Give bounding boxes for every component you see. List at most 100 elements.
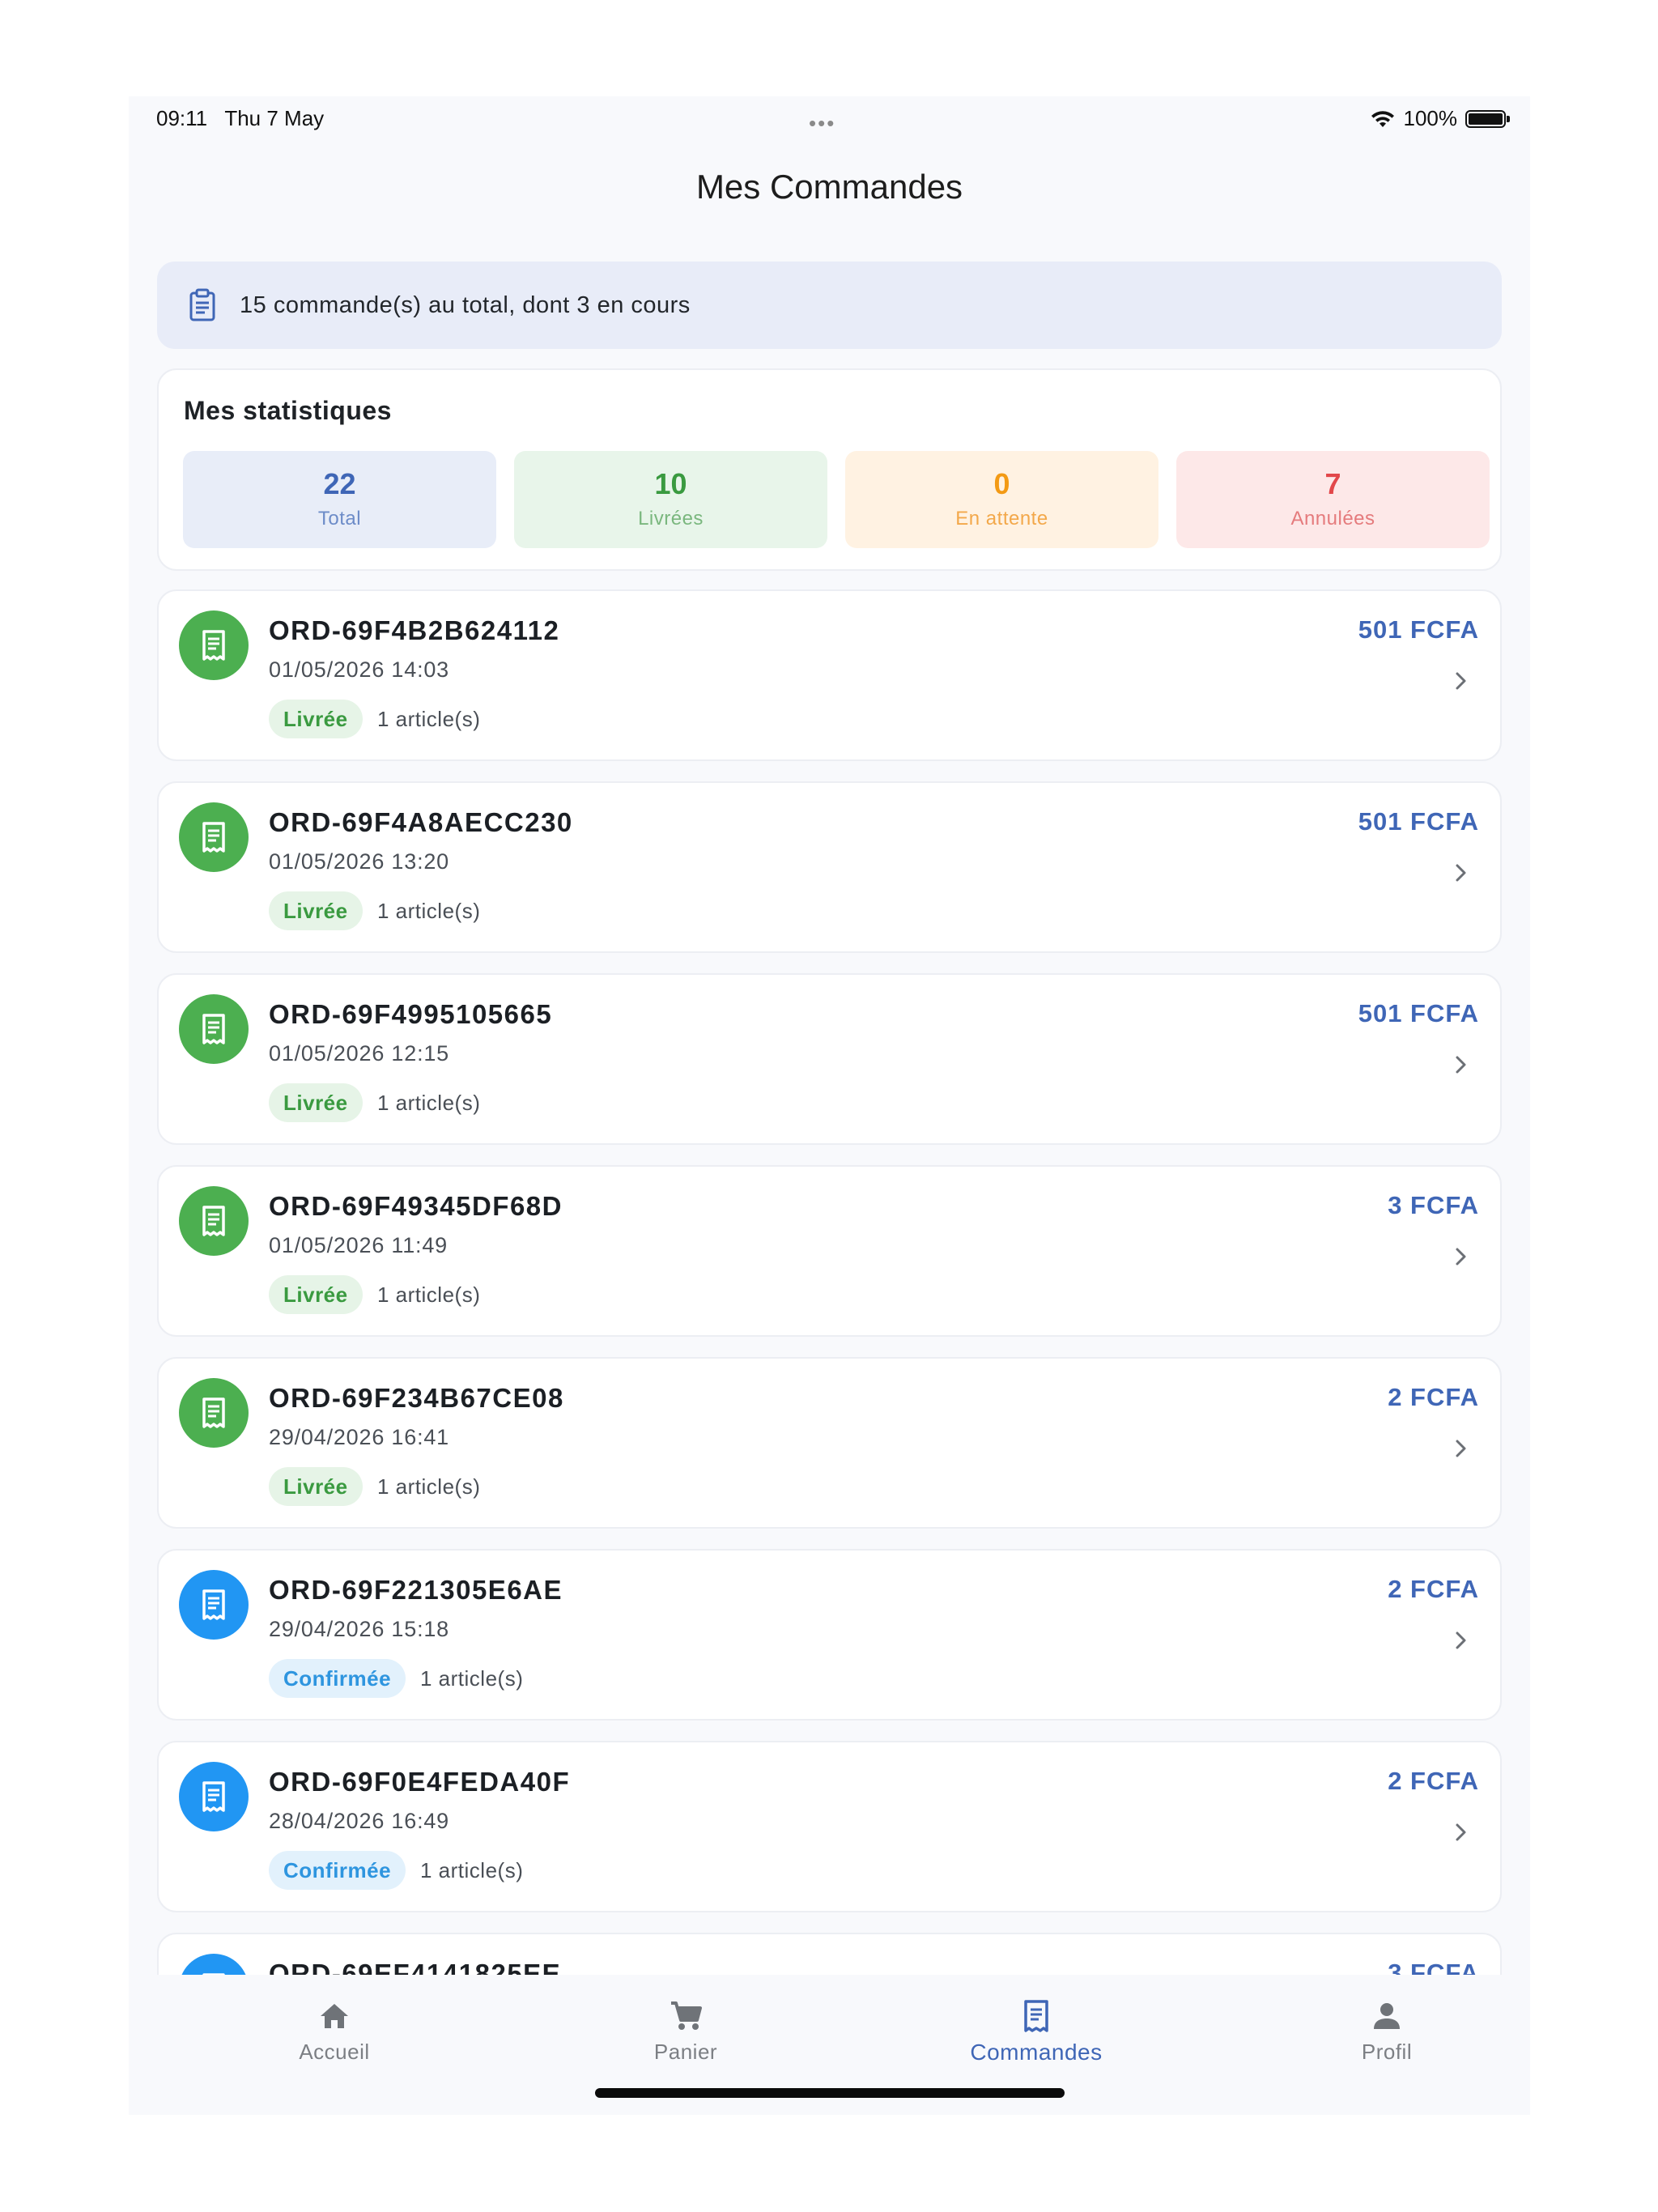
status-badge: Livrée xyxy=(269,1083,363,1122)
cart-icon xyxy=(671,2001,702,2030)
receipt-icon xyxy=(202,822,225,853)
order-id: ORD-69F4A8AECC230 xyxy=(269,807,573,837)
tab-label: Commandes xyxy=(970,2040,1103,2065)
wifi-icon xyxy=(1371,110,1394,127)
stat-value: 10 xyxy=(654,467,687,500)
stat-tile-en-attente: 0 En attente xyxy=(845,451,1158,548)
stat-label: Annulées xyxy=(1290,508,1375,530)
battery-icon xyxy=(1465,109,1510,128)
stat-tile-annulées: 7 Annulées xyxy=(1176,451,1490,548)
order-items-count: 1 article(s) xyxy=(377,1091,481,1115)
chevron-right-icon xyxy=(1456,1631,1466,1649)
stats-title: Mes statistiques xyxy=(184,396,392,425)
order-price: 501 FCFA xyxy=(1358,807,1479,836)
multitask-dots[interactable]: ••• xyxy=(809,111,835,136)
status-time: 09:11 Thu 7 May xyxy=(156,106,324,131)
order-date: 29/04/2026 15:18 xyxy=(269,1617,449,1641)
order-date: 29/04/2026 16:41 xyxy=(269,1425,449,1449)
tab-profil[interactable]: Profil xyxy=(1290,1997,1484,2065)
tab-label: Panier xyxy=(653,2040,718,2064)
order-avatar xyxy=(179,994,249,1064)
status-badge: Livrée xyxy=(269,1275,363,1314)
order-date: 01/05/2026 11:49 xyxy=(269,1233,448,1257)
order-avatar xyxy=(179,1762,249,1831)
order-avatar xyxy=(179,802,249,872)
order-items-count: 1 article(s) xyxy=(420,1858,524,1882)
order-card[interactable]: ORD-69F0E4FEDA40F 2 FCFA 28/04/2026 16:49 C… xyxy=(157,1741,1502,1912)
status-bar: 09:11 Thu 7 May ••• 100% xyxy=(129,96,1530,145)
person-icon xyxy=(1374,2003,1400,2029)
chevron-right-icon xyxy=(1456,672,1466,690)
order-card[interactable]: ORD-69F4B2B624112 501 FCFA 01/05/2026 14:0… xyxy=(157,589,1502,761)
order-items-count: 1 article(s) xyxy=(420,1666,524,1691)
app-window: 09:11 Thu 7 May ••• 100% Mes Commandes 1… xyxy=(129,96,1530,2115)
order-items-count: 1 article(s) xyxy=(377,1474,481,1499)
tab-commandes[interactable]: Commandes xyxy=(939,1997,1133,2065)
stat-value: 0 xyxy=(993,467,1010,500)
order-price: 2 FCFA xyxy=(1388,1575,1479,1603)
order-avatar xyxy=(179,1570,249,1640)
stat-label: Livrées xyxy=(638,508,704,530)
order-avatar xyxy=(179,610,249,680)
chevron-right-icon xyxy=(1456,1823,1466,1841)
summary-text: 15 commande(s) au total, dont 3 en cours xyxy=(240,291,691,318)
stat-label: En attente xyxy=(955,508,1048,530)
tab-panier[interactable]: Panier xyxy=(589,1997,783,2065)
order-card[interactable]: ORD-69F4A8AECC230 501 FCFA 01/05/2026 13:2… xyxy=(157,781,1502,953)
receipt-icon xyxy=(202,1397,225,1428)
status-right: 100% xyxy=(1370,106,1510,131)
order-avatar xyxy=(179,1378,249,1448)
status-badge: Livrée xyxy=(269,700,363,738)
tab-label: Accueil xyxy=(299,2040,370,2064)
status-badge: Livrée xyxy=(269,1467,363,1506)
status-badge: Confirmée xyxy=(269,1659,406,1698)
order-items-count: 1 article(s) xyxy=(377,707,481,731)
order-price: 2 FCFA xyxy=(1388,1767,1479,1795)
status-time-text: 09:11 xyxy=(156,106,208,130)
receipt-icon xyxy=(202,1781,225,1812)
stat-tile-total: 22 Total xyxy=(183,451,496,548)
status-badge: Confirmée xyxy=(269,1851,406,1890)
receipt-icon xyxy=(202,1589,225,1620)
order-card[interactable]: ORD-69F4995105665 501 FCFA 01/05/2026 12:1… xyxy=(157,973,1502,1145)
chevron-right-icon xyxy=(1456,864,1466,882)
order-card[interactable]: ORD-69F49345DF68D 3 FCFA 01/05/2026 11:49 L… xyxy=(157,1165,1502,1337)
order-price: 2 FCFA xyxy=(1388,1383,1479,1411)
receipt-icon xyxy=(1024,2000,1048,2032)
receipt-icon xyxy=(202,1206,225,1236)
order-items-count: 1 article(s) xyxy=(377,899,481,923)
order-id: ORD-69F0E4FEDA40F xyxy=(269,1767,571,1797)
order-price: 501 FCFA xyxy=(1358,615,1479,644)
stat-value: 22 xyxy=(323,467,356,500)
order-avatar xyxy=(179,1186,249,1256)
chevron-right-icon xyxy=(1456,1248,1466,1266)
tab-accueil[interactable]: Accueil xyxy=(237,1997,432,2065)
home-icon xyxy=(321,2004,348,2028)
order-date: 01/05/2026 14:03 xyxy=(269,657,449,682)
order-date: 28/04/2026 16:49 xyxy=(269,1809,449,1833)
orders-summary-banner: 15 commande(s) au total, dont 3 en cours xyxy=(157,262,1502,349)
order-id: ORD-69F234B67CE08 xyxy=(269,1383,564,1413)
home-indicator[interactable] xyxy=(595,2088,1065,2098)
order-id: ORD-69F221305E6AE xyxy=(269,1575,563,1605)
receipt-icon xyxy=(202,630,225,661)
chevron-right-icon xyxy=(1456,1440,1466,1457)
chevron-right-icon xyxy=(1456,1056,1466,1074)
stat-tile-livrées: 10 Livrées xyxy=(514,451,827,548)
order-card[interactable]: ORD-69F234B67CE08 2 FCFA 29/04/2026 16:41 L… xyxy=(157,1357,1502,1529)
order-price: 3 FCFA xyxy=(1388,1191,1479,1219)
stat-value: 7 xyxy=(1324,467,1341,500)
order-card[interactable]: ORD-69F221305E6AE 2 FCFA 29/04/2026 15:18 C… xyxy=(157,1549,1502,1721)
status-date: Thu 7 May xyxy=(224,106,325,130)
order-id: ORD-69F4995105665 xyxy=(269,999,553,1029)
tab-label: Profil xyxy=(1361,2040,1413,2064)
order-id: ORD-69F49345DF68D xyxy=(269,1191,563,1221)
page-title: Mes Commandes xyxy=(695,168,963,206)
stat-label: Total xyxy=(317,508,362,530)
order-date: 01/05/2026 13:20 xyxy=(269,849,449,874)
order-price: 501 FCFA xyxy=(1358,999,1479,1027)
receipt-icon xyxy=(202,1014,225,1044)
status-badge: Livrée xyxy=(269,891,363,930)
order-items-count: 1 article(s) xyxy=(377,1283,481,1307)
battery-percent: 100% xyxy=(1403,106,1458,130)
